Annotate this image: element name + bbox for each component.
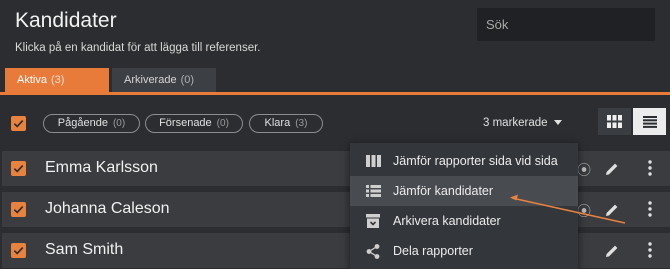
menu-item-compare-candidates[interactable]: Jämför kandidater xyxy=(350,176,578,206)
candidate-name: Emma Karlsson xyxy=(45,159,158,176)
caret-down-icon xyxy=(553,120,562,126)
edit-icon[interactable] xyxy=(604,243,620,259)
search-input[interactable] xyxy=(477,8,655,41)
tab-archived-label: Arkiverade xyxy=(124,74,177,86)
filter-delayed-count: (0) xyxy=(216,118,229,129)
columns-icon xyxy=(365,153,381,169)
candidate-name: Sam Smith xyxy=(45,241,124,258)
filter-delayed[interactable]: Försenade (0) xyxy=(145,114,243,133)
more-vertical-icon[interactable] xyxy=(648,160,652,176)
filter-done-count: (3) xyxy=(295,118,308,129)
menu-item-label: Jämför rapporter sida vid sida xyxy=(393,154,558,168)
tab-underline xyxy=(0,92,670,95)
filter-done-label: Klara xyxy=(264,117,291,129)
filter-delayed-label: Försenade xyxy=(159,117,212,129)
eye-icon[interactable]: ⦿ xyxy=(577,160,591,180)
filter-pending-label: Pågående xyxy=(57,117,108,129)
checkmark-icon xyxy=(13,206,24,214)
list-icon xyxy=(642,115,657,128)
menu-item-label: Dela rapporter xyxy=(393,244,473,258)
bulk-actions-menu: Jämför rapporter sida vid sida Jämför ka… xyxy=(350,143,578,269)
filter-pending-count: (0) xyxy=(112,118,126,129)
edit-icon[interactable] xyxy=(604,161,620,177)
selection-count-label: 3 markerade xyxy=(483,117,548,129)
menu-item-archive-candidates[interactable]: Arkivera kandidater xyxy=(350,206,578,236)
checkmark-icon xyxy=(13,120,24,128)
menu-item-label: Arkivera kandidater xyxy=(393,214,501,228)
menu-item-label: Jämför kandidater xyxy=(393,184,494,198)
candidate-name: Johanna Caleson xyxy=(45,200,170,217)
checkmark-icon xyxy=(13,165,24,173)
menu-item-share-reports[interactable]: Dela rapporter xyxy=(350,236,578,266)
page-subtitle: Klicka på en kandidat för att lägga till… xyxy=(15,42,261,54)
tab-archived[interactable]: Arkiverade (0) xyxy=(112,68,216,92)
tab-active-count: (3) xyxy=(50,74,65,86)
page-title: Kandidater xyxy=(15,9,117,32)
filter-done[interactable]: Klara (3) xyxy=(249,114,323,133)
grid-view-button[interactable] xyxy=(598,108,631,135)
grid-icon xyxy=(607,115,622,128)
menu-item-compare-reports[interactable]: Jämför rapporter sida vid sida xyxy=(350,146,578,176)
archive-icon xyxy=(365,213,381,229)
share-icon xyxy=(365,243,381,259)
row-checkbox[interactable] xyxy=(11,243,26,258)
list-icon xyxy=(365,183,381,199)
checkmark-icon xyxy=(13,247,24,255)
more-vertical-icon[interactable] xyxy=(648,242,652,258)
row-checkbox[interactable] xyxy=(11,202,26,217)
more-vertical-icon[interactable] xyxy=(648,201,652,217)
tab-active[interactable]: Aktiva (3) xyxy=(5,68,109,92)
row-checkbox[interactable] xyxy=(11,161,26,176)
selection-dropdown[interactable]: 3 markerade xyxy=(483,117,562,129)
tab-active-label: Aktiva xyxy=(17,74,47,86)
filter-pending[interactable]: Pågående (0) xyxy=(43,114,140,133)
select-all-checkbox[interactable] xyxy=(11,116,26,131)
eye-icon[interactable]: ⦿ xyxy=(577,201,591,221)
edit-icon[interactable] xyxy=(604,202,620,218)
tab-archived-count: (0) xyxy=(180,74,195,86)
list-view-button[interactable] xyxy=(633,108,666,135)
